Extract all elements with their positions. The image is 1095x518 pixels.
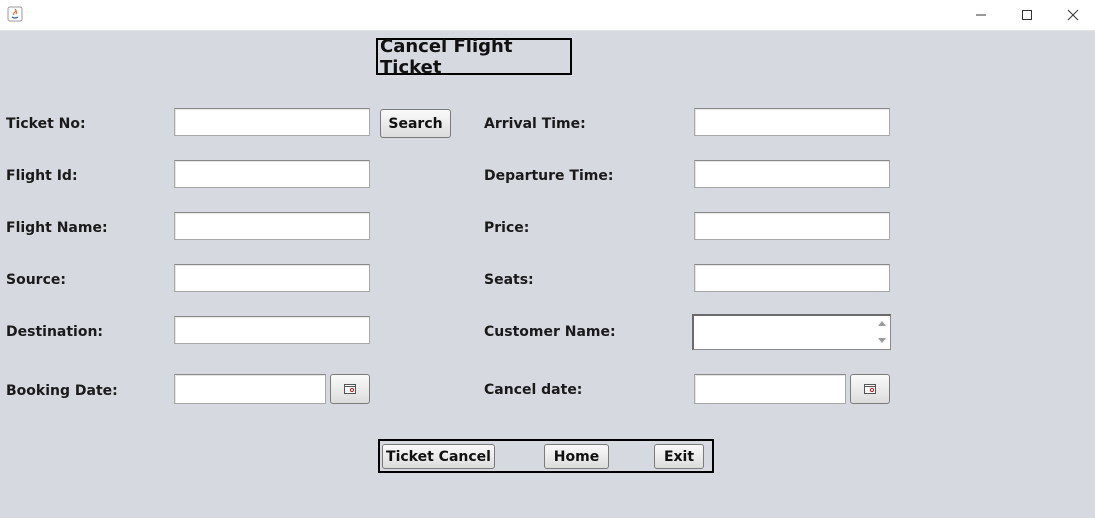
price-label: Price: — [484, 220, 530, 236]
flight-name-input[interactable] — [174, 212, 370, 240]
seats-label: Seats: — [484, 272, 534, 288]
home-button[interactable]: Home — [544, 444, 609, 469]
flight-id-input[interactable] — [174, 160, 370, 188]
form-panel: Cancel Flight Ticket Ticket No: Search F… — [0, 31, 1095, 518]
source-input[interactable] — [174, 264, 370, 292]
calendar-icon — [344, 384, 356, 394]
booking-date-label: Booking Date: — [6, 383, 118, 399]
exit-button[interactable]: Exit — [654, 444, 704, 469]
minimize-button[interactable] — [958, 0, 1004, 30]
maximize-icon — [1022, 10, 1032, 20]
close-icon — [1067, 9, 1079, 21]
flight-name-label: Flight Name: — [6, 220, 108, 236]
departure-time-input[interactable] — [694, 160, 890, 188]
java-icon — [7, 6, 23, 22]
ticket-cancel-button[interactable]: Ticket Cancel — [382, 444, 495, 469]
customer-name-scrollbar[interactable] — [874, 316, 890, 348]
calendar-icon — [864, 384, 876, 394]
source-label: Source: — [6, 272, 66, 288]
customer-name-label: Customer Name: — [484, 324, 616, 340]
destination-label: Destination: — [6, 324, 104, 340]
close-button[interactable] — [1050, 0, 1095, 30]
seats-input[interactable] — [694, 264, 890, 292]
scroll-up-icon[interactable] — [874, 316, 890, 332]
action-button-group: Ticket Cancel Home Exit — [378, 439, 714, 473]
window-titlebar — [0, 0, 1095, 31]
cancel-date-picker-button[interactable] — [850, 374, 890, 404]
ticket-no-label: Ticket No: — [6, 116, 86, 132]
maximize-button[interactable] — [1004, 0, 1050, 30]
ticket-no-input[interactable] — [174, 108, 370, 136]
flight-id-label: Flight Id: — [6, 168, 78, 184]
destination-input[interactable] — [174, 316, 370, 344]
departure-time-label: Departure Time: — [484, 168, 614, 184]
scroll-down-icon[interactable] — [874, 332, 890, 348]
booking-date-input[interactable] — [174, 374, 326, 404]
cancel-date-label: Cancel date: — [484, 382, 583, 398]
arrival-time-input[interactable] — [694, 108, 890, 136]
booking-date-picker-button[interactable] — [330, 374, 370, 404]
price-input[interactable] — [694, 212, 890, 240]
customer-name-textarea[interactable] — [694, 316, 878, 352]
page-title: Cancel Flight Ticket — [376, 36, 572, 78]
arrival-time-label: Arrival Time: — [484, 116, 586, 132]
minimize-icon — [976, 14, 986, 16]
search-button[interactable]: Search — [380, 109, 451, 138]
cancel-date-input[interactable] — [694, 374, 846, 404]
customer-name-box — [692, 314, 891, 352]
